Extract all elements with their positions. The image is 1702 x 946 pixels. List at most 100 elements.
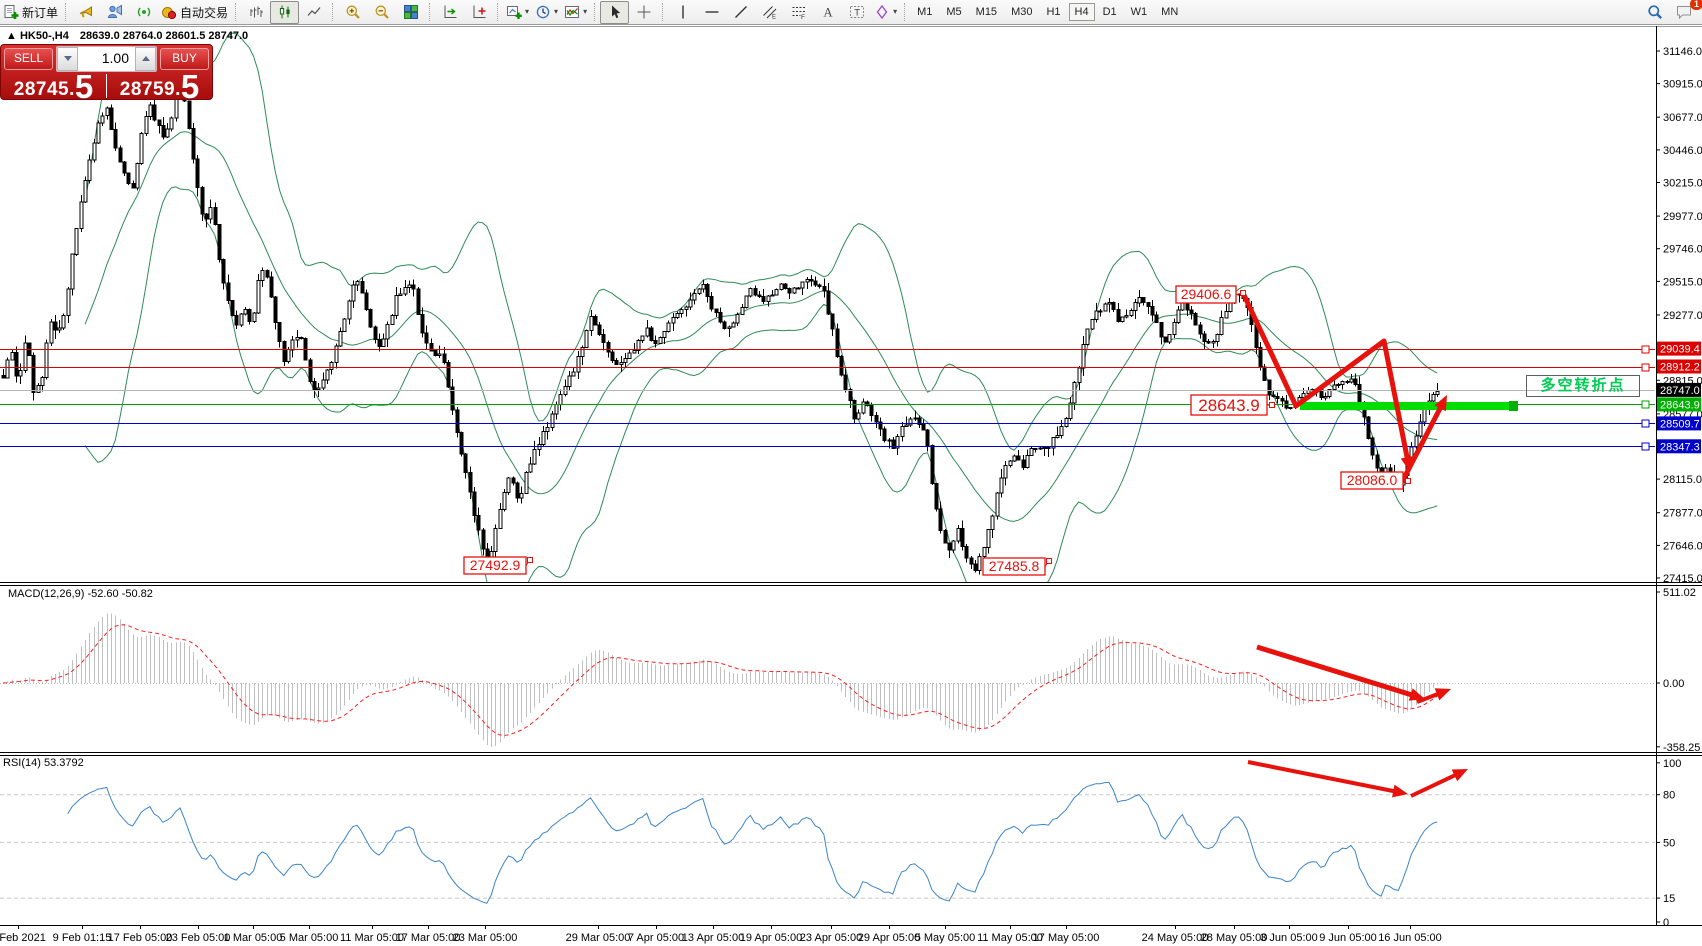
timeframe-M5-button[interactable]: M5 — [940, 3, 967, 21]
fibonacci-button[interactable]: F — [784, 1, 813, 24]
line-handle[interactable] — [1642, 420, 1649, 427]
dropdown-caret-icon[interactable]: ▾ — [554, 8, 558, 16]
vertical-line-button[interactable] — [668, 1, 697, 24]
equidistant-channel-button[interactable]: E — [755, 1, 784, 24]
buy-price[interactable]: 28759.5 — [107, 72, 212, 100]
line-handle[interactable] — [1642, 401, 1649, 408]
dropdown-caret-icon[interactable]: ▾ — [893, 8, 897, 16]
timeframe-H4-button[interactable]: H4 — [1069, 3, 1095, 21]
crosshair-button[interactable] — [629, 1, 658, 24]
arrange-left-button[interactable] — [435, 1, 464, 24]
bollinger-middle[interactable] — [85, 132, 1437, 522]
svg-text:100: 100 — [1663, 758, 1681, 770]
zoom-in-button[interactable] — [338, 1, 367, 24]
turning-point-annotation[interactable]: 多空转折点 — [1526, 375, 1640, 397]
trendline-button[interactable] — [726, 1, 755, 24]
mt4-terminal-window: 新订单 自动交易 ▾ ▾ ▾ EFAT ▾ M1M5M15M30H1H4D1W1MN 1 ▲ H… — [0, 0, 1702, 946]
market-watch-icon — [107, 4, 123, 20]
cursor-icon — [607, 4, 623, 20]
line-handle[interactable] — [1642, 346, 1649, 353]
pane-borders — [0, 26, 1702, 926]
line-chart-button[interactable] — [299, 1, 328, 24]
search-button[interactable] — [1640, 1, 1669, 24]
dropdown-caret-icon[interactable]: ▾ — [525, 8, 529, 16]
trendline-icon — [733, 4, 749, 20]
horizontal-line-button[interactable] — [697, 1, 726, 24]
market-watch-button[interactable] — [100, 1, 129, 24]
text-button[interactable]: A — [813, 1, 842, 24]
svg-text:17 May 05:00: 17 May 05:00 — [1033, 932, 1100, 944]
new-chart-button[interactable]: ▾ — [503, 1, 532, 24]
svg-text:17 Feb 05:00: 17 Feb 05:00 — [108, 932, 173, 944]
triangle-down-icon — [64, 56, 72, 61]
svg-text:30446.0: 30446.0 — [1663, 145, 1702, 157]
svg-text:15: 15 — [1663, 893, 1675, 905]
cursor-button[interactable] — [600, 1, 629, 24]
bollinger-upper[interactable] — [85, 33, 1437, 450]
chat-button[interactable]: 1 — [1669, 1, 1698, 24]
shapes-button[interactable]: ▾ — [871, 1, 900, 24]
indicators-button[interactable]: ▾ — [561, 1, 590, 24]
chart-collapse-icon[interactable]: ▲ — [6, 30, 17, 42]
zoom-out-button[interactable] — [367, 1, 396, 24]
bar-chart-button[interactable] — [241, 1, 270, 24]
svg-text:29277.0: 29277.0 — [1663, 310, 1702, 322]
svg-text:11 Mar 05:00: 11 Mar 05:00 — [340, 932, 404, 944]
annotation-arrow[interactable] — [1411, 774, 1457, 796]
sell-price[interactable]: 28745.5 — [1, 72, 106, 100]
main-toolbar: 新订单 自动交易 ▾ ▾ ▾ EFAT ▾ M1M5M15M30H1H4D1W1MN 1 — [0, 0, 1702, 25]
volume-input[interactable]: 1.00 — [78, 47, 135, 71]
timeframe-D1-button[interactable]: D1 — [1097, 3, 1123, 21]
timeframe-M1-button[interactable]: M1 — [911, 3, 938, 21]
svg-text:13 Apr 05:00: 13 Apr 05:00 — [682, 932, 744, 944]
new-order-button[interactable]: 新订单 — [0, 1, 61, 24]
equidistant-channel-icon: E — [762, 4, 778, 20]
chart-area[interactable]: 31146.030915.030677.030446.030215.029977… — [0, 26, 1702, 946]
clock-button[interactable]: ▾ — [532, 1, 561, 24]
bollinger-bands — [85, 33, 1437, 616]
svg-text:27415.0: 27415.0 — [1663, 573, 1702, 585]
volume-increase-button[interactable] — [135, 47, 156, 71]
volume-decrease-button[interactable] — [57, 47, 78, 71]
chart-ohlc-values: 28639.0 28764.0 28601.5 28747.0 — [80, 30, 248, 42]
timeframe-MN-button[interactable]: MN — [1155, 3, 1184, 21]
svg-text:A: A — [823, 6, 832, 20]
news-button[interactable] — [71, 1, 100, 24]
svg-text:4 Feb 2021: 4 Feb 2021 — [0, 932, 46, 944]
autotrade-button[interactable]: 自动交易 — [158, 1, 231, 24]
support-band-handle[interactable] — [1509, 401, 1518, 411]
time-axis: 4 Feb 20219 Feb 01:1517 Feb 05:0023 Feb … — [0, 925, 1442, 944]
svg-text:80: 80 — [1663, 790, 1675, 802]
timeframe-M30-button[interactable]: M30 — [1005, 3, 1038, 21]
sell-button[interactable]: SELL — [4, 48, 53, 70]
svg-text:30915.0: 30915.0 — [1663, 79, 1702, 91]
timeframe-M15-button[interactable]: M15 — [970, 3, 1003, 21]
buy-button[interactable]: BUY — [160, 48, 209, 70]
annotation-arrow[interactable] — [1248, 762, 1396, 792]
svg-text:1 Mar 05:00: 1 Mar 05:00 — [224, 932, 283, 944]
candlestick-chart-button[interactable] — [270, 1, 299, 24]
svg-text:28086.0: 28086.0 — [1347, 472, 1398, 488]
line-handle[interactable] — [1642, 364, 1649, 371]
toolbar-separator — [497, 3, 499, 21]
dropdown-caret-icon[interactable]: ▾ — [583, 8, 587, 16]
support-band[interactable] — [1300, 402, 1517, 410]
toolbar-separator — [662, 3, 664, 21]
arrange-right-icon — [471, 4, 487, 20]
tile-windows-button[interactable] — [396, 1, 425, 24]
line-handle[interactable] — [1642, 443, 1649, 450]
trend-arrows[interactable] — [1243, 293, 1468, 797]
arrange-right-button[interactable] — [464, 1, 493, 24]
svg-text:24 May 05:00: 24 May 05:00 — [1142, 932, 1209, 944]
signals-button[interactable] — [129, 1, 158, 24]
timeframe-W1-button[interactable]: W1 — [1125, 3, 1154, 21]
annotation-arrow[interactable] — [1402, 406, 1441, 482]
text-label-button[interactable]: T — [842, 1, 871, 24]
svg-text:27492.9: 27492.9 — [470, 557, 521, 573]
macd-pane — [0, 613, 1655, 747]
svg-text:9 Feb 01:15: 9 Feb 01:15 — [53, 932, 112, 944]
svg-text:27485.8: 27485.8 — [989, 558, 1040, 574]
svg-text:29746.0: 29746.0 — [1663, 244, 1702, 256]
svg-text:23 Apr 05:00: 23 Apr 05:00 — [800, 932, 862, 944]
timeframe-H1-button[interactable]: H1 — [1040, 3, 1066, 21]
